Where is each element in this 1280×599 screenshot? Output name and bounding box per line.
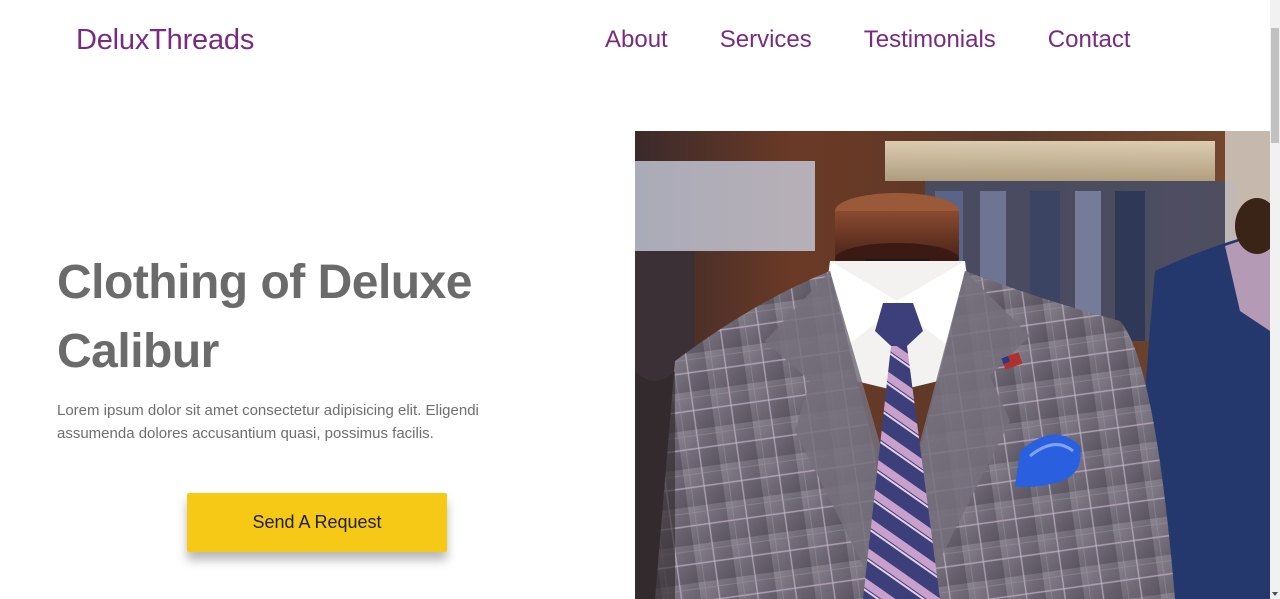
scroll-thumb[interactable] <box>1271 28 1279 143</box>
send-request-button[interactable]: Send A Request <box>187 493 447 552</box>
nav-link-testimonials[interactable]: Testimonials <box>864 26 996 54</box>
nav-link-services[interactable]: Services <box>720 26 812 54</box>
hero-suit-image <box>635 131 1270 599</box>
brand-logo-link[interactable]: DeluxThreads <box>76 24 254 57</box>
landing-page: DeluxThreads About Services Testimonials… <box>0 0 1280 599</box>
nav-link-about[interactable]: About <box>605 26 668 54</box>
hero-title: Clothing of Deluxe Calibur <box>57 256 472 378</box>
hero-description: Lorem ipsum dolor sit amet consectetur a… <box>57 402 479 442</box>
nav-link-contact[interactable]: Contact <box>1048 26 1131 54</box>
scroll-down-arrow-icon[interactable] <box>1272 592 1278 596</box>
main-nav: About Services Testimonials Contact <box>605 26 1131 54</box>
suit-mannequin-photo <box>635 131 1270 599</box>
page-scrollbar[interactable] <box>1270 0 1280 599</box>
